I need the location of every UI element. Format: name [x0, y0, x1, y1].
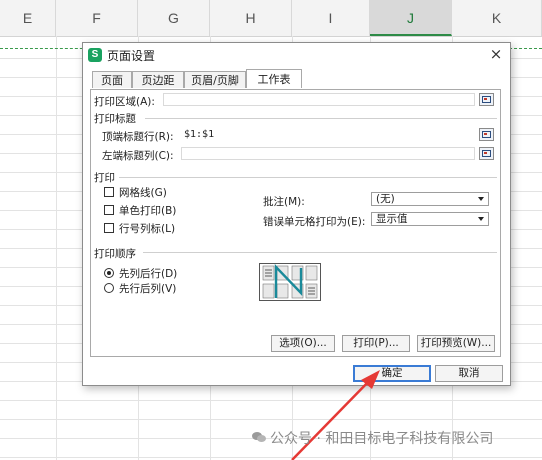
- watermark-text: 公众号 · 和田目标电子科技有限公司: [270, 431, 494, 447]
- wechat-icon: [252, 432, 266, 442]
- tab-sheet[interactable]: 工作表: [246, 69, 302, 88]
